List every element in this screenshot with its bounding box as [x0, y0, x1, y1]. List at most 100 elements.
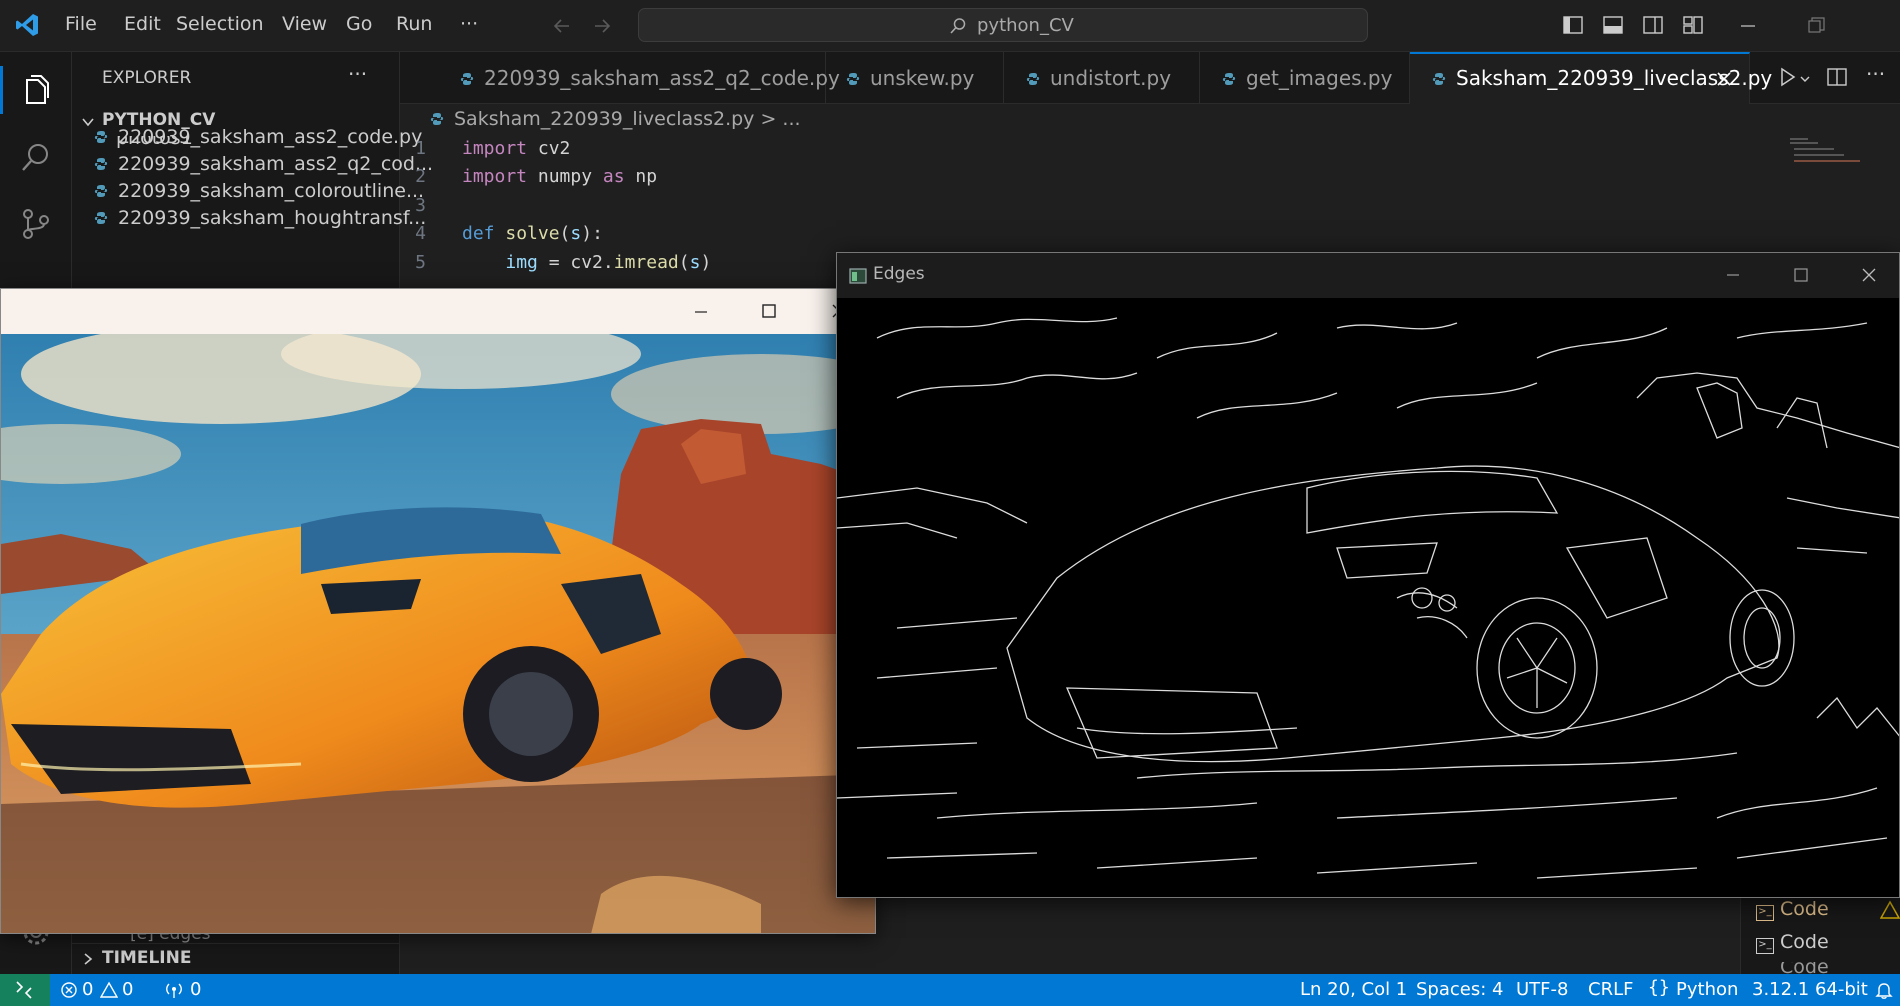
file-item[interactable]: 220939_saksham_coloroutline...: [94, 180, 424, 210]
chevron-right-icon: [84, 953, 93, 965]
split-editor-icon[interactable]: [1826, 66, 1848, 88]
code-line[interactable]: 1 import cv2: [400, 138, 570, 166]
maximize-icon: [762, 304, 776, 318]
menu-view[interactable]: View: [282, 13, 327, 35]
edges-window-title: Edges: [873, 264, 925, 284]
line-endings[interactable]: CRLF: [1588, 979, 1633, 1000]
menu-run[interactable]: Run: [396, 13, 432, 35]
search-view-icon[interactable]: [18, 140, 54, 176]
cursor-position[interactable]: Ln 20, Col 1: [1300, 979, 1407, 1000]
maximize-icon: [1794, 268, 1808, 282]
window-restore-icon[interactable]: [1804, 14, 1828, 38]
edges-window-titlebar[interactable]: Edges: [837, 253, 1899, 298]
window-minimize-icon[interactable]: [1736, 14, 1760, 38]
file-item[interactable]: 220939_saksham_ass2_q2_cod...: [94, 153, 433, 183]
edges-maximize-button[interactable]: [1769, 253, 1833, 298]
tab-get-images[interactable]: get_images.py: [1200, 52, 1410, 104]
line-number: 2: [415, 166, 426, 187]
command-center-search[interactable]: python_CV: [638, 8, 1368, 42]
tab-close-icon[interactable]: [1715, 70, 1733, 88]
code-token: ):: [581, 223, 603, 244]
python-file-icon: [94, 158, 108, 170]
code-line[interactable]: 3: [400, 195, 462, 223]
toggle-primary-sidebar-icon[interactable]: [1562, 14, 1584, 36]
tab-label: unskew.py: [870, 66, 975, 90]
python-interpreter[interactable]: 3.12.1 64-bit: [1752, 979, 1868, 1000]
source-control-icon[interactable]: [18, 206, 54, 242]
code-token: solve: [505, 223, 560, 244]
menu-go[interactable]: Go: [346, 13, 372, 35]
code-line[interactable]: 4 def solve(s):: [400, 223, 603, 251]
indentation[interactable]: Spaces: 4: [1416, 979, 1503, 1000]
image-window-titlebar[interactable]: [1, 289, 875, 334]
line-number: 3: [415, 195, 426, 216]
language-mode[interactable]: {} Python: [1648, 974, 1758, 1006]
run-dropdown-chevron-icon[interactable]: [1798, 72, 1812, 86]
minimize-icon: [1727, 274, 1739, 276]
timeline-label: TIMELINE: [102, 948, 192, 968]
minimap[interactable]: [1790, 134, 1860, 174]
code-token: np: [624, 166, 658, 187]
terminal-icon: >_: [1756, 905, 1774, 921]
file-label: 220939_saksham_coloroutline...: [118, 180, 425, 202]
explorer-icon[interactable]: [18, 72, 54, 108]
tab-liveclass2-active[interactable]: Saksham_220939_liveclass2.py: [1410, 52, 1772, 104]
image-maximize-button[interactable]: [737, 289, 801, 334]
tab-ass2-q2-code[interactable]: 220939_saksham_ass2_q2_code.py: [400, 52, 840, 104]
title-bar: File Edit Selection View Go Run ··· pyth…: [0, 0, 1900, 52]
remote-indicator[interactable]: [0, 974, 50, 1006]
code-line[interactable]: 2 import numpy as np: [400, 166, 657, 194]
menu-edit[interactable]: Edit: [124, 13, 161, 35]
image-window[interactable]: [0, 288, 876, 934]
file-label: 220939_saksham_houghtransf...: [118, 207, 427, 229]
tab-unskew[interactable]: unskew.py: [826, 52, 1004, 104]
python-file-icon: [846, 73, 860, 85]
breadcrumb-file[interactable]: Saksham_220939_liveclass2.py: [454, 108, 754, 130]
tab-label: get_images.py: [1246, 66, 1393, 90]
toggle-secondary-sidebar-icon[interactable]: [1642, 14, 1664, 36]
partial-bottom-row[interactable]: [e] edges: [72, 934, 400, 943]
problems-indicator[interactable]: 0 0: [60, 974, 170, 1006]
tab-undistort[interactable]: undistort.py: [1004, 52, 1200, 104]
code-token: s: [570, 223, 582, 244]
error-icon: [61, 982, 77, 998]
code-token: = cv2.: [537, 252, 614, 273]
terminal-item-partial[interactable]: Code: [1756, 962, 1900, 974]
ports-indicator[interactable]: 0: [164, 974, 214, 1006]
edges-window[interactable]: Edges: [836, 252, 1900, 898]
close-icon: [1862, 268, 1876, 282]
notifications-bell-icon[interactable]: [1874, 980, 1894, 1000]
file-item[interactable]: 220939_saksham_houghtransf...: [94, 207, 426, 237]
edges-close-button[interactable]: [1837, 253, 1899, 298]
menu-more[interactable]: ···: [460, 13, 478, 35]
menu-selection[interactable]: Selection: [176, 13, 264, 35]
status-bar: 0 0 0 Ln 20, Col 1 Spaces: 4 UTF-8 CRLF …: [0, 974, 1900, 1006]
breadcrumb-rest[interactable]: > ...: [760, 108, 800, 130]
file-label: 220939_saksham_ass2_code.py: [118, 126, 423, 148]
menu-file[interactable]: File: [65, 13, 97, 35]
python-file-icon: [94, 185, 108, 197]
forward-arrow-icon[interactable]: [592, 16, 612, 36]
encoding[interactable]: UTF-8: [1516, 979, 1568, 1000]
editor-more-actions-button[interactable]: ···: [1866, 62, 1885, 86]
terminal-label: Code: [1780, 931, 1829, 953]
braces-icon: {}: [1648, 977, 1670, 998]
run-python-icon[interactable]: [1776, 66, 1798, 88]
terminal-item[interactable]: >_ Code: [1756, 931, 1829, 954]
customize-layout-icon[interactable]: [1682, 14, 1704, 36]
vscode-logo-icon[interactable]: [14, 12, 40, 38]
code-token: s: [689, 252, 701, 273]
toggle-panel-icon[interactable]: [1602, 14, 1624, 36]
terminal-item-active[interactable]: >_ Code: [1756, 898, 1829, 921]
explorer-header: EXPLORER: [102, 68, 192, 88]
edges-minimize-button[interactable]: [1701, 253, 1765, 298]
explorer-more-button[interactable]: ···: [348, 62, 367, 86]
file-item[interactable]: 220939_saksham_ass2_code.py: [94, 126, 422, 156]
warning-icon: [100, 981, 118, 998]
code-line[interactable]: 5 img = cv2.imread(s): [400, 252, 711, 280]
line-number: 4: [415, 223, 426, 244]
remote-icon: [16, 981, 32, 999]
image-minimize-button[interactable]: [669, 289, 733, 334]
back-arrow-icon[interactable]: [552, 16, 572, 36]
